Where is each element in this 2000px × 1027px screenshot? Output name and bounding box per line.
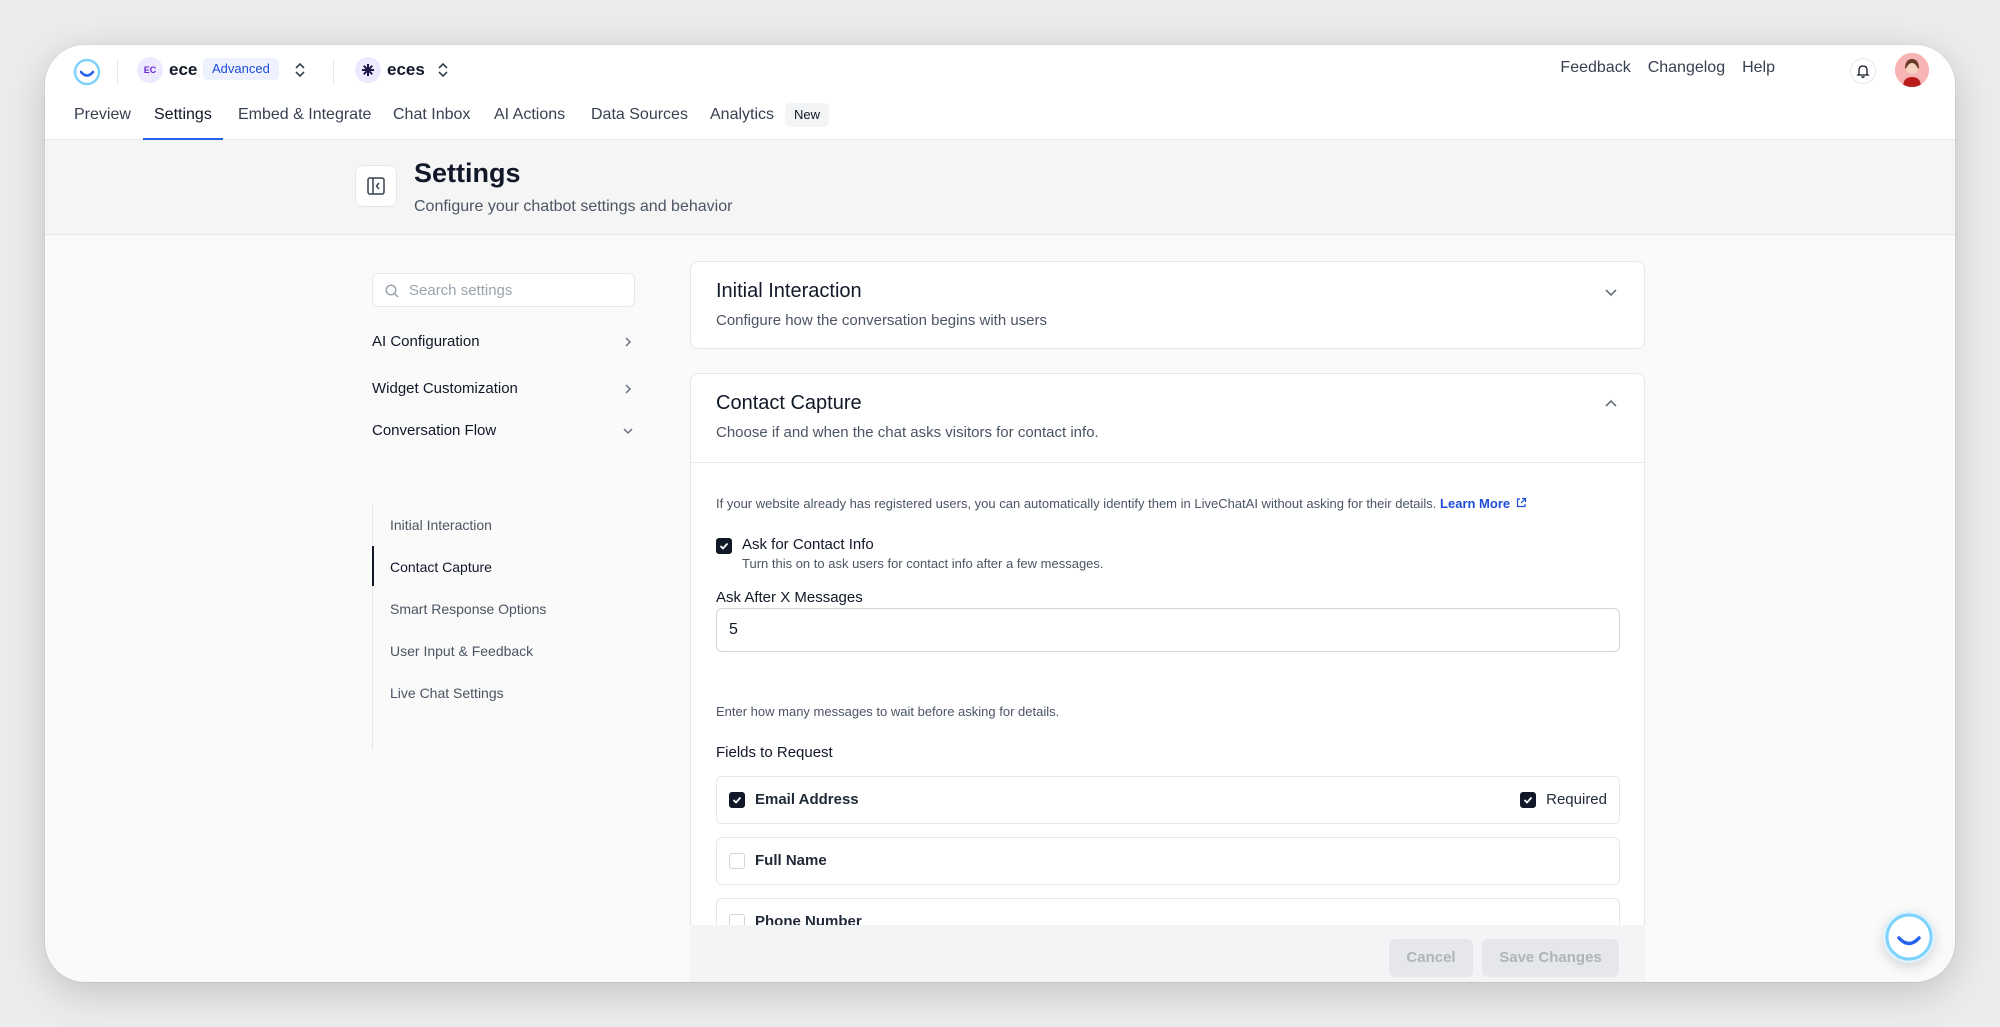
page-subtitle: Configure your chatbot settings and beha… (414, 198, 733, 215)
tab-chat-inbox[interactable]: Chat Inbox (393, 100, 470, 140)
ask-after-help: Enter how many messages to wait before a… (716, 704, 1060, 719)
fields-to-request-label: Fields to Request (716, 744, 833, 761)
save-changes-button[interactable]: Save Changes (1482, 939, 1619, 977)
bot-switch-icon[interactable] (435, 59, 451, 81)
info-text: If your website already has registered u… (716, 496, 1437, 511)
workspace-name[interactable]: ece (169, 60, 197, 80)
sidebar-item-contact-capture[interactable]: Contact Capture (390, 555, 492, 579)
top-links: Feedback Changelog Help (1560, 59, 1775, 77)
field-name: Email Address (755, 791, 859, 808)
ask-contact-info-label[interactable]: Ask for Contact Info (742, 536, 874, 553)
tab-ai-actions[interactable]: AI Actions (494, 100, 565, 140)
card-description: Configure how the conversation begins wi… (716, 312, 1048, 329)
active-indicator (372, 546, 374, 586)
divider (333, 59, 334, 85)
identify-users-info: If your website already has registered u… (716, 496, 1527, 511)
sidebar-item-initial-interaction[interactable]: Initial Interaction (390, 513, 492, 537)
tab-data-sources[interactable]: Data Sources (591, 100, 688, 140)
top-bar: EC ece Advanced eces Feedback Changelog … (45, 45, 1955, 140)
chevron-up-icon[interactable] (1603, 396, 1619, 412)
ask-contact-info-help: Turn this on to ask users for contact in… (742, 556, 1104, 571)
sidebar-group-widget-customization[interactable]: Widget Customization (372, 375, 635, 403)
chevron-right-icon (625, 337, 632, 347)
tab-preview[interactable]: Preview (74, 100, 131, 140)
sidebar-group-label: Widget Customization (372, 380, 518, 397)
page-header: Settings Configure your chatbot settings… (45, 140, 1955, 235)
initial-interaction-card[interactable]: Initial Interaction Configure how the co… (690, 261, 1645, 349)
sidebar-item-user-input-feedback[interactable]: User Input & Feedback (390, 639, 533, 663)
email-checkbox[interactable] (729, 792, 745, 808)
check-icon (732, 796, 742, 804)
required-label: Required (1546, 791, 1607, 808)
divider (117, 59, 118, 85)
search-input[interactable] (409, 274, 624, 306)
bot-icon[interactable] (355, 57, 381, 83)
workspace-avatar[interactable]: EC (137, 57, 163, 83)
required-toggle[interactable]: Required (1520, 791, 1607, 808)
search-settings[interactable] (372, 273, 635, 307)
chevron-right-icon (625, 384, 632, 394)
bot-name[interactable]: eces (387, 60, 425, 80)
app-window: EC ece Advanced eces Feedback Changelog … (45, 45, 1955, 982)
help-link[interactable]: Help (1742, 59, 1775, 77)
ask-after-input[interactable] (716, 608, 1620, 652)
feedback-link[interactable]: Feedback (1560, 59, 1630, 77)
required-checkbox[interactable] (1520, 792, 1537, 808)
cancel-button[interactable]: Cancel (1389, 939, 1473, 977)
tab-analytics[interactable]: Analytics (710, 100, 774, 140)
plan-badge: Advanced (203, 58, 279, 80)
sidebar-toggle-button[interactable] (355, 165, 397, 207)
divider (691, 462, 1644, 463)
ask-contact-info-checkbox[interactable] (716, 538, 732, 554)
conversation-flow-subitems: Initial Interaction Contact Capture Smar… (372, 504, 635, 750)
card-description: Choose if and when the chat asks visitor… (716, 424, 1099, 441)
sidebar-item-live-chat-settings[interactable]: Live Chat Settings (390, 681, 504, 705)
field-row-email: Email Address Required (716, 776, 1620, 824)
tab-settings[interactable]: Settings (143, 100, 223, 140)
bell-icon[interactable] (1850, 58, 1876, 84)
workspace-switch-icon[interactable] (292, 59, 308, 81)
chevron-down-icon[interactable] (1603, 284, 1619, 300)
field-name: Full Name (755, 852, 827, 869)
search-icon (385, 284, 399, 298)
app-logo-icon[interactable] (72, 57, 102, 87)
main-tabs: Preview Settings Embed & Integrate Chat … (45, 100, 1955, 140)
page-title: Settings (414, 158, 521, 188)
external-link-icon (1516, 497, 1526, 508)
panel-collapse-icon (367, 177, 385, 195)
learn-more-link[interactable]: Learn More (1440, 496, 1527, 511)
field-row-full-name: Full Name (716, 837, 1620, 885)
changelog-link[interactable]: Changelog (1648, 59, 1725, 77)
sidebar-group-label: Conversation Flow (372, 422, 497, 439)
card-title: Contact Capture (716, 392, 862, 414)
check-icon (719, 542, 729, 550)
sidebar-item-smart-response-options[interactable]: Smart Response Options (390, 597, 546, 621)
card-title: Initial Interaction (716, 280, 862, 302)
contact-capture-card: Contact Capture Choose if and when the c… (690, 373, 1645, 982)
full-name-checkbox[interactable] (729, 853, 745, 869)
new-badge: New (785, 103, 830, 127)
sidebar-group-label: AI Configuration (372, 333, 480, 350)
user-avatar[interactable] (1895, 53, 1929, 87)
sidebar-group-conversation-flow[interactable]: Conversation Flow (372, 417, 635, 445)
chat-launcher-button[interactable] (1883, 911, 1935, 963)
check-icon (1523, 796, 1533, 804)
sidebar-group-ai-configuration[interactable]: AI Configuration (372, 328, 635, 356)
ask-after-label: Ask After X Messages (716, 589, 863, 606)
tab-embed-integrate[interactable]: Embed & Integrate (238, 100, 371, 140)
chat-smile-icon (1885, 913, 1933, 961)
chevron-down-icon (623, 428, 633, 435)
